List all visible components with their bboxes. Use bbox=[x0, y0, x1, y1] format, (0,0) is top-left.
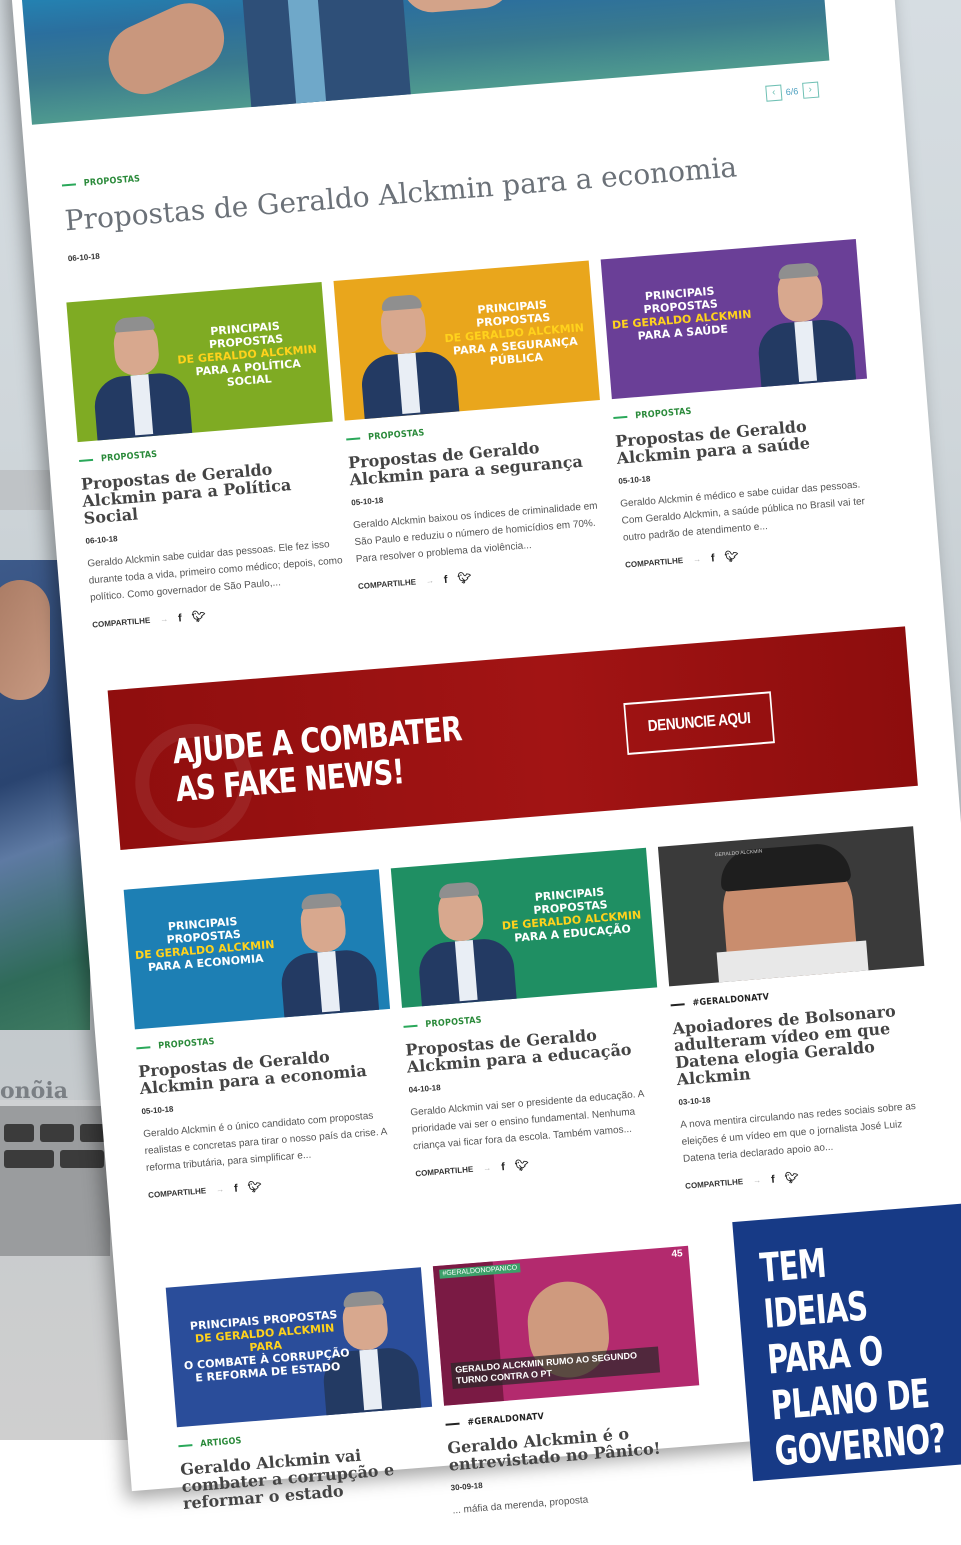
fake-news-banner[interactable]: AJUDE A COMBATER AS FAKE NEWS! DENUNCIE A… bbox=[107, 626, 918, 850]
article-card: PRINCIPAIS PROPOSTAS DE GERALDO ALCKMIN PA… bbox=[390, 847, 671, 1181]
twitter-icon[interactable]: 🐦︎ bbox=[784, 1171, 799, 1185]
plan-ideas-promo[interactable]: TEM IDEIAS PARA O PLANO DE GOVERNO? bbox=[732, 1201, 961, 1482]
twitter-icon[interactable]: 🐦︎ bbox=[724, 549, 739, 563]
arrow-icon: → bbox=[159, 614, 169, 625]
article-excerpt: Geraldo Alckmin é o único candidato com … bbox=[142, 1110, 388, 1174]
facebook-icon[interactable]: f bbox=[178, 612, 183, 624]
share-label: COMPARTILHE bbox=[415, 1164, 474, 1179]
article-card: GERALDO ALCKMIN #GERALDONATV Apoiadores … bbox=[657, 826, 941, 1192]
article-thumbnail[interactable]: #GERALDONOPANICO 45 GERALDO ALCKMIN RUMO… bbox=[432, 1245, 700, 1406]
lead-tag[interactable]: PROPOSTAS bbox=[62, 174, 141, 190]
article-title[interactable]: Geraldo Alckmin vai combater a corrupção… bbox=[180, 1441, 439, 1513]
article-excerpt: Geraldo Alckmin é médico e sabe cuidar d… bbox=[619, 479, 866, 544]
article-title[interactable]: Apoiadores de Bolsonaro adulteram vídeo … bbox=[672, 1000, 933, 1089]
share-label: COMPARTILHE bbox=[624, 555, 684, 570]
slider-pager: 6/6 bbox=[785, 86, 799, 98]
news-page: ‹ 6/6 › PROPOSTAS Propostas de Geraldo A… bbox=[10, 0, 961, 1516]
slider-next-button[interactable]: › bbox=[801, 81, 819, 99]
article-card: PRINCIPAIS PROPOSTAS DE GERALDO ALCKMIN PA… bbox=[600, 239, 881, 572]
article-thumbnail[interactable]: GERALDO ALCKMIN bbox=[657, 826, 925, 987]
twitter-icon[interactable]: 🐦︎ bbox=[457, 571, 472, 585]
slider-prev-button[interactable]: ‹ bbox=[765, 84, 783, 102]
article-thumbnail[interactable]: PRINCIPAIS PROPOSTAS DE GERALDO ALCKMIN PA… bbox=[600, 239, 868, 400]
thumbnail-caption: PRINCIPAIS PROPOSTAS DE GERALDO ALCKMIN P… bbox=[183, 1308, 351, 1385]
lead-date: 06-10-18 bbox=[67, 251, 101, 264]
thumbnail-caption: PRINCIPAIS PROPOSTAS DE GERALDO ALCKMIN PA… bbox=[134, 914, 275, 975]
arrow-icon: → bbox=[425, 575, 435, 586]
arrow-icon: → bbox=[482, 1163, 492, 1173]
background-strip bbox=[0, 470, 50, 510]
article-card: PRINCIPAIS PROPOSTAS DE GERALDO ALCKMIN PA… bbox=[66, 282, 348, 631]
article-thumbnail[interactable]: PRINCIPAIS PROPOSTAS DE GERALDO ALCKMIN PA… bbox=[66, 282, 333, 443]
background-keyboard bbox=[0, 1100, 110, 1256]
article-card: PRINCIPAIS PROPOSTAS DE GERALDO ALCKMIN PA… bbox=[333, 260, 614, 594]
banner-title: AJUDE A COMBATER AS FAKE NEWS! bbox=[171, 709, 463, 811]
promo-text: TEM IDEIAS PARA O PLANO DE GOVERNO? bbox=[758, 1240, 948, 1476]
arrow-icon: → bbox=[752, 1175, 762, 1186]
article-thumbnail[interactable]: PRINCIPAIS PROPOSTAS DE GERALDO ALCKMIN P… bbox=[165, 1267, 433, 1428]
thumbnail-caption: PRINCIPAIS PROPOSTAS DE GERALDO ALCKMIN PA… bbox=[611, 284, 752, 343]
article-card: PRINCIPAIS PROPOSTAS DE GERALDO ALCKMIN PA… bbox=[123, 869, 404, 1202]
share-label: COMPARTILHE bbox=[357, 577, 417, 592]
article-excerpt: Geraldo Alckmin vai ser o presidente da … bbox=[410, 1088, 645, 1153]
article-title[interactable]: Propostas de Geraldo Alckmin para a Polí… bbox=[80, 455, 339, 528]
twitter-icon[interactable]: 🐦︎ bbox=[514, 1158, 529, 1172]
article-card: #GERALDONOPANICO 45 GERALDO ALCKMIN RUMO… bbox=[432, 1245, 709, 1520]
thumbnail-caption: PRINCIPAIS PROPOSTAS DE GERALDO ALCKMIN PA… bbox=[444, 298, 585, 368]
hero-slider-image[interactable] bbox=[19, 0, 830, 125]
twitter-icon[interactable]: 🐦︎ bbox=[191, 609, 206, 623]
report-button[interactable]: DENUNCIE AQUI bbox=[623, 691, 775, 755]
channel-badge: 45 bbox=[671, 1248, 684, 1261]
article-thumbnail[interactable]: PRINCIPAIS PROPOSTAS DE GERALDO ALCKMIN PA… bbox=[123, 869, 391, 1030]
arrow-icon: → bbox=[215, 1184, 225, 1195]
facebook-icon[interactable]: f bbox=[771, 1173, 776, 1185]
slider-controls: ‹ 6/6 › bbox=[765, 81, 819, 102]
lead-title[interactable]: Propostas de Geraldo Alckmin para a econ… bbox=[63, 150, 738, 237]
thumbnail-caption: PRINCIPAIS PROPOSTAS DE GERALDO ALCKMIN PA… bbox=[501, 885, 642, 945]
share-label: COMPARTILHE bbox=[91, 615, 151, 630]
article-excerpt: Geraldo Alckmin baixou os índices de cri… bbox=[352, 500, 598, 566]
article-card: PRINCIPAIS PROPOSTAS DE GERALDO ALCKMIN P… bbox=[165, 1267, 439, 1513]
thumbnail-caption: PRINCIPAIS PROPOSTAS DE GERALDO ALCKMIN PA… bbox=[176, 319, 318, 389]
share-label: COMPARTILHE bbox=[684, 1177, 744, 1191]
article-excerpt: Geraldo Alckmin sabe cuidar das pessoas.… bbox=[86, 539, 343, 604]
share-label: COMPARTILHE bbox=[147, 1186, 207, 1200]
twitter-icon[interactable]: 🐦︎ bbox=[247, 1180, 262, 1194]
facebook-icon[interactable]: f bbox=[501, 1161, 506, 1173]
arrow-icon: → bbox=[692, 554, 702, 565]
facebook-icon[interactable]: f bbox=[443, 573, 448, 585]
facebook-icon[interactable]: f bbox=[234, 1182, 239, 1194]
facebook-icon[interactable]: f bbox=[711, 552, 716, 564]
article-thumbnail[interactable]: PRINCIPAIS PROPOSTAS DE GERALDO ALCKMIN PA… bbox=[333, 260, 600, 421]
article-excerpt: A nova mentira circulando nas redes soci… bbox=[679, 1101, 917, 1165]
article-thumbnail[interactable]: PRINCIPAIS PROPOSTAS DE GERALDO ALCKMIN PA… bbox=[390, 847, 658, 1008]
